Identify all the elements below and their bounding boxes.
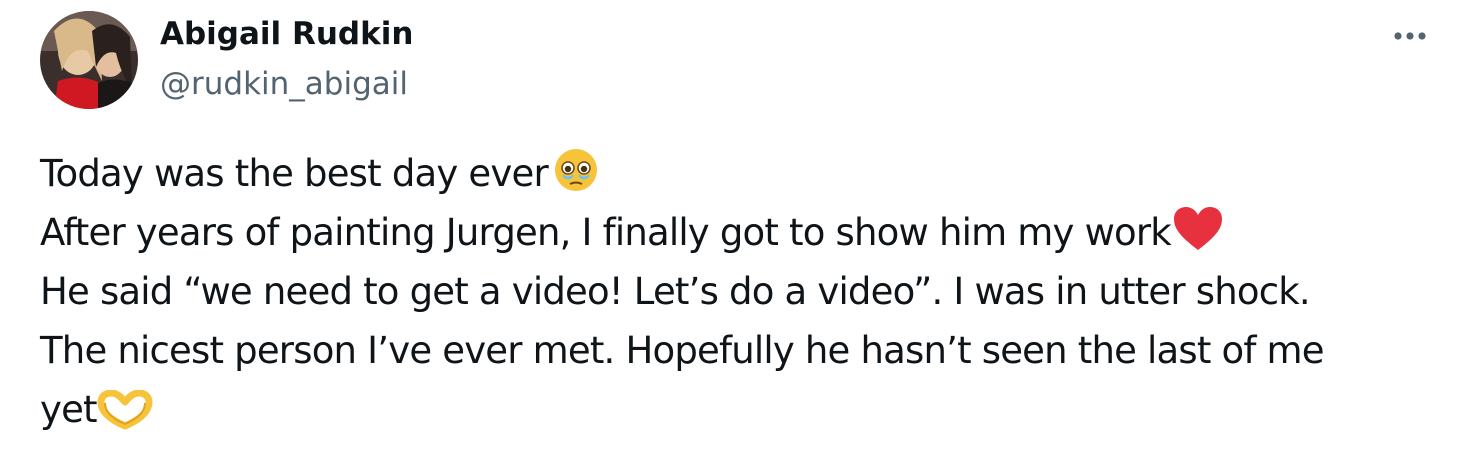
- tweet-line: After years of painting Jurgen, I finall…: [40, 203, 1440, 262]
- user-avatar[interactable]: [40, 11, 138, 109]
- heart-hands-icon: [97, 390, 153, 430]
- more-horizontal-icon: [1394, 32, 1426, 40]
- tweet-line: The nicest person I’ve ever met. Hopeful…: [40, 321, 1440, 380]
- tweet-line: He said “we need to get a video! Let’s d…: [40, 262, 1440, 321]
- red-heart-icon: [1171, 205, 1225, 253]
- user-avatar-photo: [40, 11, 138, 109]
- more-options-button[interactable]: [1382, 14, 1438, 58]
- truncated-link-preview: [846, 450, 942, 454]
- tweet-line-text: yet: [40, 388, 98, 431]
- author-display-name[interactable]: Abigail Rudkin: [160, 14, 413, 54]
- tweet-line-text: The nicest person I’ve ever met. Hopeful…: [40, 329, 1325, 372]
- face-holding-back-tears-icon: [552, 146, 600, 194]
- author-handle[interactable]: @rudkin_abigail: [160, 64, 408, 104]
- tweet-line-text: After years of painting Jurgen, I finall…: [40, 211, 1172, 254]
- tweet-line-text: He said “we need to get a video! Let’s d…: [40, 270, 1311, 313]
- tweet-line: Today was the best day ever: [40, 144, 1440, 203]
- tweet-line-text: Today was the best day ever: [40, 152, 549, 195]
- tweet-line: yet: [40, 380, 1440, 439]
- tweet-text: Today was the best day ever After years …: [40, 144, 1440, 439]
